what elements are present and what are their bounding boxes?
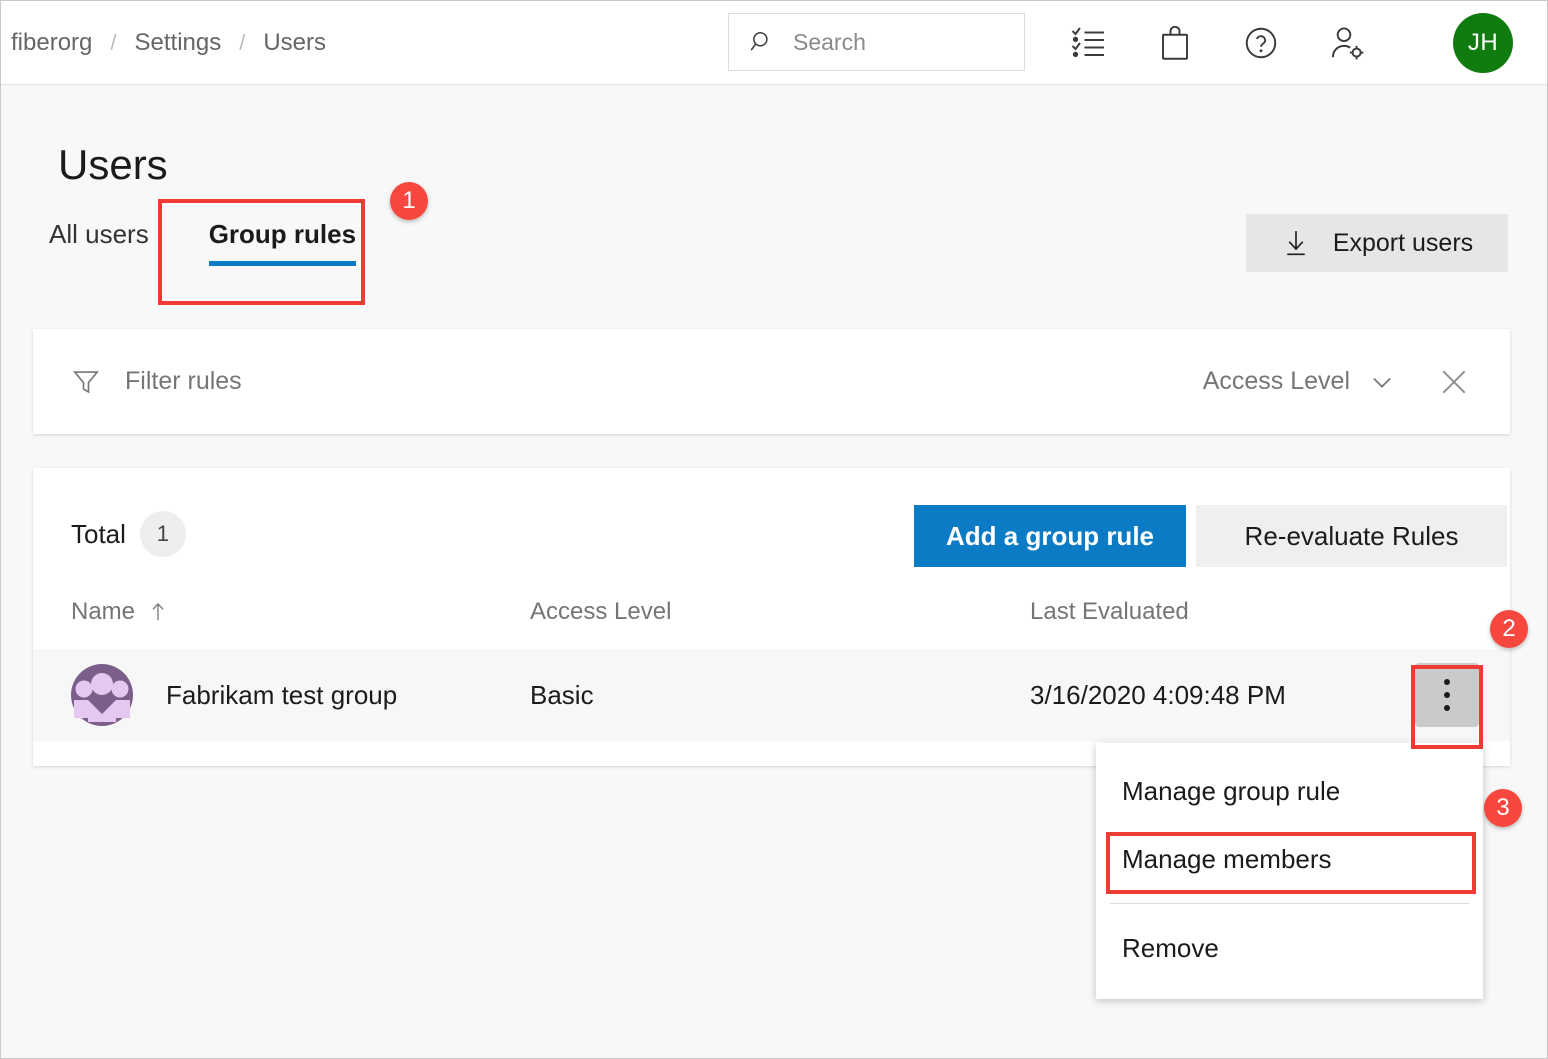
close-x-icon[interactable]: [1438, 366, 1470, 398]
header-icon-group: [1071, 1, 1365, 85]
search-input[interactable]: Search: [793, 29, 866, 56]
kebab-more-icon: [1444, 705, 1450, 711]
sort-arrow-up-icon: [152, 603, 164, 621]
tab-bar: All users Group rules: [49, 219, 386, 266]
search-box[interactable]: Search: [728, 13, 1025, 71]
filter-actions: Access Level: [1203, 366, 1470, 398]
avatar[interactable]: JH: [1453, 13, 1513, 73]
row-kebab-menu-button[interactable]: [1415, 663, 1479, 727]
help-question-icon[interactable]: [1243, 25, 1279, 61]
add-group-rule-button[interactable]: Add a group rule: [914, 505, 1186, 567]
reevaluate-rules-button[interactable]: Re-evaluate Rules: [1196, 505, 1507, 567]
marketplace-bag-icon[interactable]: [1157, 25, 1193, 61]
app-window: fiberorg / Settings / Users Search JH Us…: [0, 0, 1548, 1059]
column-header-access-level[interactable]: Access Level: [530, 598, 671, 626]
tab-all-users-label: All users: [49, 219, 149, 249]
breadcrumb-item-users[interactable]: Users: [245, 29, 344, 57]
breadcrumb-item-org[interactable]: fiberorg: [0, 29, 110, 57]
export-users-button[interactable]: Export users: [1246, 214, 1508, 272]
search-icon: [750, 32, 768, 51]
cell-group-name: Fabrikam test group: [166, 679, 398, 710]
filter-bar: Filter rules Access Level: [33, 329, 1510, 434]
table-row[interactable]: Fabrikam test group Basic 3/16/2020 4:09…: [33, 649, 1510, 741]
group-rules-table: Total 1 Add a group rule Re-evaluate Rul…: [33, 468, 1510, 766]
group-avatar-icon: [71, 664, 133, 726]
annotation-badge-1: 1: [390, 182, 428, 220]
kebab-more-icon: [1444, 679, 1450, 685]
user-settings-icon[interactable]: [1329, 25, 1365, 61]
tab-group-rules[interactable]: Group rules: [179, 219, 386, 266]
avatar-initials: JH: [1467, 29, 1499, 56]
access-level-label: Access Level: [1202, 367, 1350, 395]
menu-divider: [1110, 903, 1469, 904]
download-arrow-icon: [1287, 231, 1305, 256]
menu-item-remove[interactable]: Remove: [1096, 914, 1483, 982]
total-label: Total: [71, 518, 126, 549]
column-header-name-label: Name: [71, 598, 136, 625]
column-header-last-evaluated[interactable]: Last Evaluated: [1030, 598, 1189, 626]
tab-group-rules-label: Group rules: [208, 219, 357, 249]
kebab-more-icon: [1444, 692, 1450, 698]
cell-last-evaluated: 3/16/2020 4:09:48 PM: [1030, 679, 1286, 710]
page-title: Users: [58, 141, 168, 188]
cell-access-level: Basic: [530, 679, 594, 710]
tasks-checklist-icon[interactable]: [1071, 25, 1107, 61]
funnel-filter-icon: [73, 370, 99, 393]
breadcrumb-item-settings[interactable]: Settings: [117, 29, 240, 57]
tab-all-users[interactable]: All users: [49, 219, 179, 266]
filter-rules-label: Filter rules: [125, 367, 242, 395]
total-count-badge: 1: [139, 511, 186, 557]
export-users-label: Export users: [1332, 228, 1474, 257]
top-header-bar: fiberorg / Settings / Users Search JH: [1, 1, 1547, 85]
menu-item-manage-group-rule[interactable]: Manage group rule: [1096, 757, 1483, 825]
annotation-badge-3: 3: [1484, 789, 1522, 827]
filter-rules-control[interactable]: Filter rules: [71, 367, 242, 397]
column-header-name[interactable]: Name: [71, 598, 169, 626]
breadcrumb: fiberorg / Settings / Users: [0, 29, 344, 57]
access-level-dropdown[interactable]: Access Level: [1203, 367, 1396, 396]
menu-item-manage-members[interactable]: Manage members: [1096, 825, 1483, 893]
row-context-menu: Manage group rule Manage members Remove: [1096, 743, 1483, 999]
total-counter: Total 1: [71, 511, 186, 557]
chevron-down-icon: [1373, 377, 1391, 388]
